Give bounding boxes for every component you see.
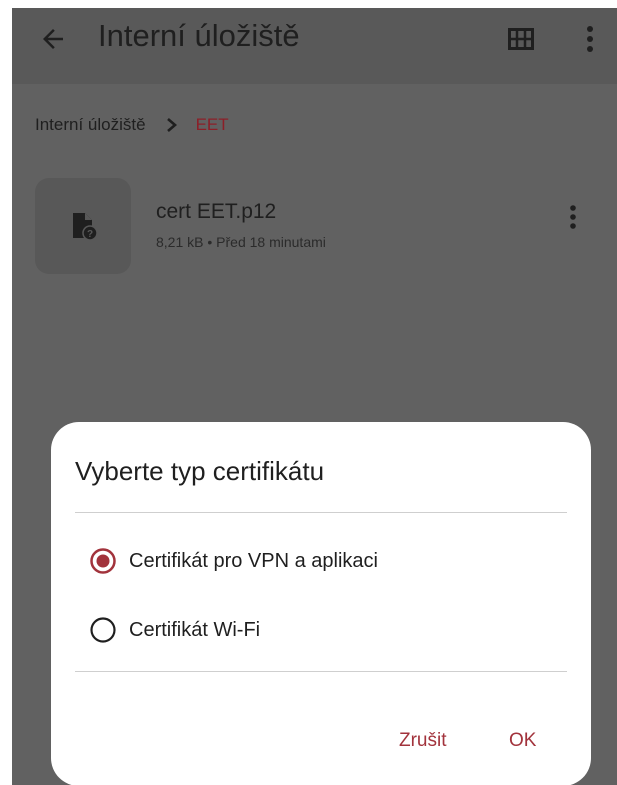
svg-text:?: ? <box>87 229 93 240</box>
unknown-file-icon: ? <box>73 213 98 241</box>
back-arrow-icon[interactable] <box>38 24 68 54</box>
app-title: Interní úložiště <box>98 18 300 53</box>
file-manager-screen: Interní úložiště Interní úložiště EET ? … <box>12 8 617 785</box>
file-more-icon[interactable] <box>567 204 579 230</box>
grid-view-icon[interactable] <box>508 28 534 50</box>
chevron-right-icon <box>166 118 177 132</box>
cancel-button[interactable]: Zrušit <box>399 730 447 752</box>
radio-checked-icon[interactable] <box>89 547 117 575</box>
breadcrumb-parent[interactable]: Interní úložiště <box>35 115 146 135</box>
option-label: Certifikát pro VPN a aplikaci <box>129 549 378 572</box>
dialog-divider-bottom <box>75 671 567 672</box>
file-meta: 8,21 kB • Před 18 minutami <box>156 234 326 250</box>
option-label: Certifikát Wi-Fi <box>129 618 261 641</box>
file-name[interactable]: cert EET.p12 <box>156 200 276 224</box>
breadcrumb-current[interactable]: EET <box>196 115 229 135</box>
ok-button[interactable]: OK <box>509 730 536 752</box>
breadcrumb: Interní úložiště EET <box>35 115 229 135</box>
option-wifi[interactable]: Certifikát Wi-Fi <box>89 616 260 644</box>
option-vpn-apps[interactable]: Certifikát pro VPN a aplikaci <box>89 547 378 575</box>
app-bar: Interní úložiště <box>12 8 617 84</box>
more-vert-icon[interactable] <box>584 24 596 54</box>
dialog-divider-top <box>75 512 567 513</box>
certificate-type-dialog: Vyberte typ certifikátu Certifikát pro V… <box>51 422 591 785</box>
radio-unchecked-icon[interactable] <box>89 616 117 644</box>
file-thumbnail[interactable]: ? <box>35 178 131 274</box>
dialog-title: Vyberte typ certifikátu <box>75 456 325 486</box>
